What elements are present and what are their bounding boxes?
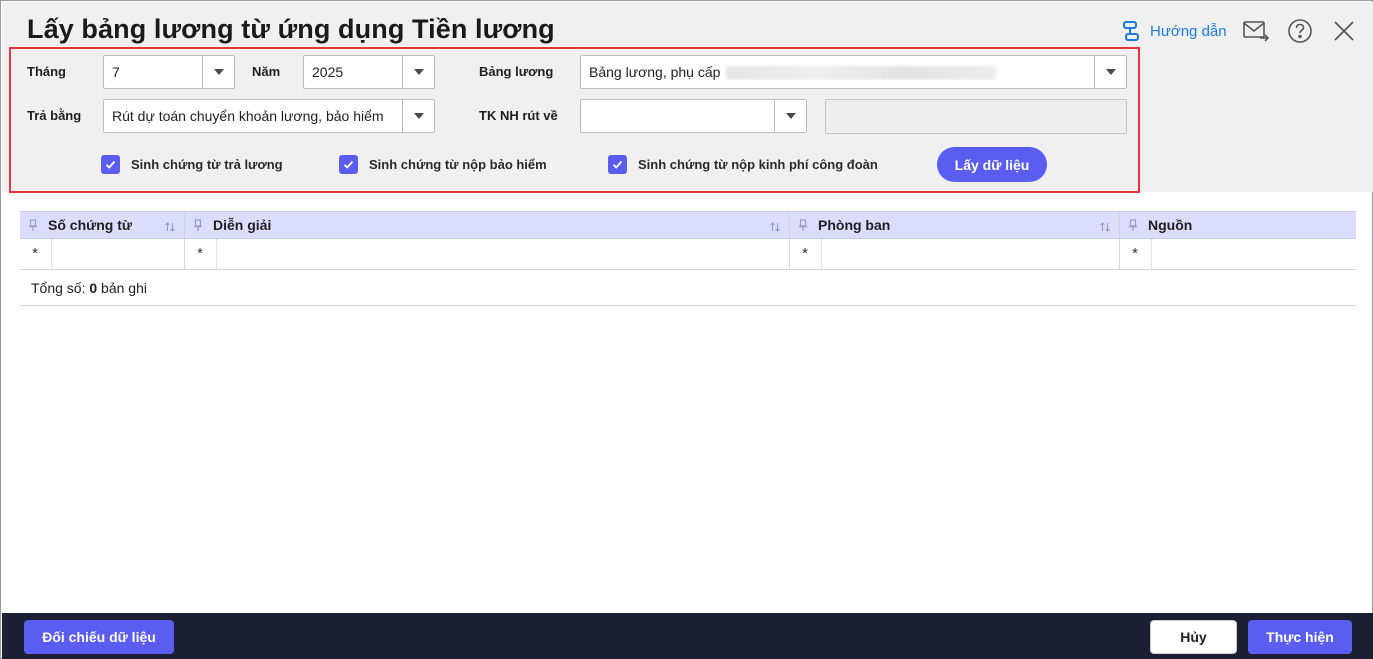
help-link[interactable]: Hướng dẫn xyxy=(1120,18,1227,44)
dialog-footer: Đối chiếu dữ liệu Hủy Thực hiện xyxy=(2,613,1373,659)
filter-cell-description[interactable]: * xyxy=(185,239,789,269)
sort-icon[interactable] xyxy=(769,220,781,236)
month-value: 7 xyxy=(112,64,120,80)
chevron-down-icon[interactable] xyxy=(1094,56,1126,88)
payroll-label: Bảng lương xyxy=(479,64,554,79)
column-header-source[interactable]: Nguồn xyxy=(1120,212,1356,238)
column-header-department[interactable]: Phòng ban xyxy=(790,212,1119,238)
pay-by-label: Trả bằng xyxy=(27,108,82,123)
checkbox-pay-salary[interactable]: Sinh chứng từ trả lương xyxy=(101,155,283,174)
dialog-title: Lấy bảng lương từ ứng dụng Tiền lương xyxy=(27,14,555,44)
cancel-button[interactable]: Hủy xyxy=(1150,620,1237,654)
checkbox-checked-icon[interactable] xyxy=(339,155,358,174)
year-select[interactable]: 2025 xyxy=(303,55,435,89)
compare-data-button[interactable]: Đối chiếu dữ liệu xyxy=(24,620,174,654)
guide-icon xyxy=(1120,20,1142,42)
dialog-header: Lấy bảng lương từ ứng dụng Tiền lương Hư… xyxy=(2,2,1373,193)
column-header-voucher-no[interactable]: Số chứng từ xyxy=(20,212,184,238)
close-icon[interactable] xyxy=(1329,16,1359,46)
chevron-down-icon[interactable] xyxy=(402,56,434,88)
chevron-down-icon[interactable] xyxy=(402,100,434,132)
bank-account-label: TK NH rút về xyxy=(479,108,558,123)
fetch-data-button[interactable]: Lấy dữ liệu xyxy=(937,147,1047,182)
payroll-select[interactable]: Bảng lương, phụ cấp xyxy=(580,55,1127,89)
checkbox-union-fee[interactable]: Sinh chứng từ nộp kinh phí công đoàn xyxy=(608,155,878,174)
year-value: 2025 xyxy=(312,64,344,80)
filter-operator[interactable]: * xyxy=(20,245,50,262)
pin-icon[interactable] xyxy=(796,218,810,232)
record-count: Tổng số: 0 bản ghi xyxy=(31,280,147,296)
checkbox-checked-icon[interactable] xyxy=(608,155,627,174)
chevron-down-icon[interactable] xyxy=(202,56,234,88)
pin-icon[interactable] xyxy=(191,218,205,232)
divider xyxy=(20,305,1356,306)
filter-operator[interactable]: * xyxy=(790,245,820,262)
mail-send-icon[interactable] xyxy=(1241,16,1271,46)
filter-cell-voucher-no[interactable]: * xyxy=(20,239,184,269)
blurred-text xyxy=(726,66,997,81)
checkbox-label: Sinh chứng từ trả lương xyxy=(131,157,283,172)
dialog-window: Lấy bảng lương từ ứng dụng Tiền lương Hư… xyxy=(0,0,1373,659)
checkbox-label: Sinh chứng từ nộp bảo hiểm xyxy=(369,157,547,172)
pay-by-select[interactable]: Rút dự toán chuyển khoản lương, bảo hiểm xyxy=(103,99,435,133)
pin-icon[interactable] xyxy=(1126,218,1140,232)
sort-icon[interactable] xyxy=(1099,220,1111,236)
payroll-value: Bảng lương, phụ cấp xyxy=(589,63,721,80)
checkbox-checked-icon[interactable] xyxy=(101,155,120,174)
question-icon[interactable] xyxy=(1285,16,1315,46)
chevron-down-icon[interactable] xyxy=(774,100,806,132)
pay-by-value: Rút dự toán chuyển khoản lương, bảo hiểm xyxy=(112,108,384,124)
sort-icon[interactable] xyxy=(164,220,176,236)
filter-cell-department[interactable]: * xyxy=(790,239,1119,269)
filter-operator[interactable]: * xyxy=(185,245,215,262)
filter-cell-source[interactable]: * xyxy=(1120,239,1356,269)
help-label: Hướng dẫn xyxy=(1150,22,1227,40)
filter-operator[interactable]: * xyxy=(1120,245,1150,262)
checkbox-insurance[interactable]: Sinh chứng từ nộp bảo hiểm xyxy=(339,155,547,174)
filter-row: * * * * xyxy=(20,239,1356,270)
year-label: Năm xyxy=(252,64,281,79)
execute-button[interactable]: Thực hiện xyxy=(1248,620,1352,654)
grid-header: Số chứng từ Diễn giải Phòng ban Nguồn xyxy=(20,211,1356,239)
column-header-description[interactable]: Diễn giải xyxy=(185,212,789,238)
bank-name-field xyxy=(825,99,1127,134)
pin-icon[interactable] xyxy=(26,218,40,232)
checkbox-label: Sinh chứng từ nộp kinh phí công đoàn xyxy=(638,157,878,172)
bank-account-select[interactable] xyxy=(580,99,807,133)
month-select[interactable]: 7 xyxy=(103,55,235,89)
month-label: Tháng xyxy=(27,64,66,79)
